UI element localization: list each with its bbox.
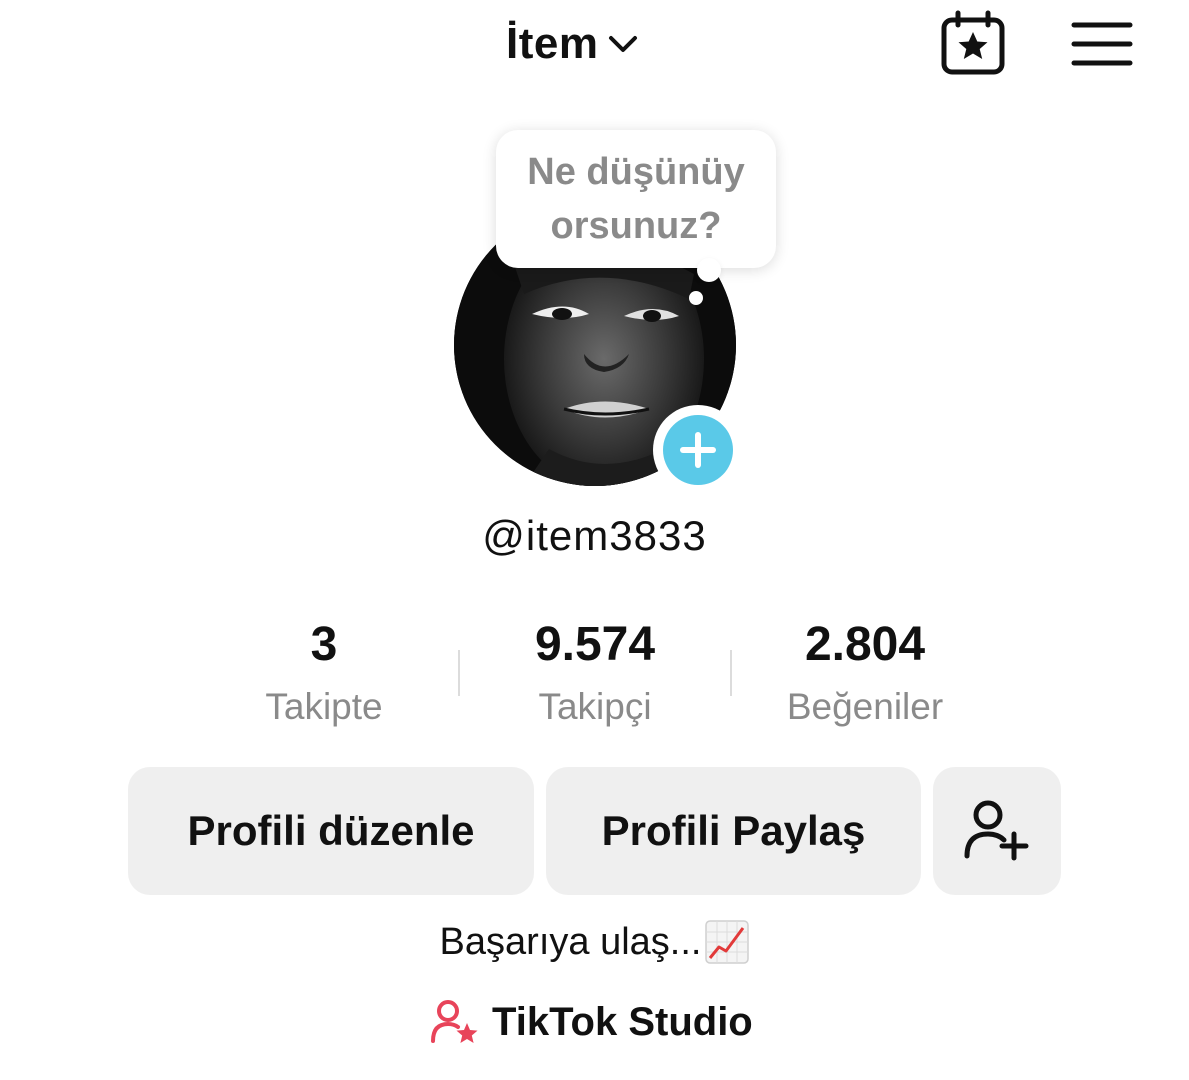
edit-profile-button[interactable]: Profili düzenle bbox=[128, 767, 534, 895]
share-profile-label: Profili Paylaş bbox=[601, 807, 866, 854]
stat-following-label: Takipte bbox=[265, 686, 383, 727]
account-switcher[interactable]: İtem bbox=[506, 16, 640, 72]
tiktok-studio-label: TikTok Studio bbox=[492, 999, 753, 1044]
stat-likes[interactable]: 2.804 Beğeniler bbox=[735, 616, 995, 728]
bio: Başarıya ulaş... bbox=[0, 920, 1189, 964]
chevron-down-icon bbox=[606, 27, 640, 61]
stat-likes-value: 2.804 bbox=[804, 618, 926, 671]
page-title: İtem bbox=[506, 19, 599, 68]
stat-likes-label: Beğeniler bbox=[786, 686, 944, 727]
add-user-icon bbox=[964, 800, 1029, 861]
hamburger-menu-icon[interactable] bbox=[1070, 20, 1134, 68]
chart-increasing-icon bbox=[705, 920, 750, 964]
stat-followers[interactable]: 9.574 Takipçi bbox=[465, 616, 725, 728]
thought-bubble-dot bbox=[689, 291, 703, 305]
stat-following[interactable]: 3 Takipte bbox=[194, 616, 454, 728]
stat-divider bbox=[730, 650, 732, 696]
add-avatar-button[interactable] bbox=[653, 405, 743, 495]
thought-bubble-tail bbox=[697, 258, 721, 282]
tiktok-studio-link[interactable]: TikTok Studio bbox=[430, 994, 753, 1050]
studio-user-star-icon bbox=[431, 1000, 478, 1043]
thought-bubble[interactable]: Ne düşünüyorsunuz? bbox=[496, 130, 776, 268]
share-profile-button[interactable]: Profili Paylaş bbox=[546, 767, 921, 895]
stat-followers-value: 9.574 bbox=[534, 618, 656, 671]
add-friend-button[interactable] bbox=[933, 767, 1061, 895]
stat-followers-label: Takipçi bbox=[538, 686, 652, 727]
edit-profile-label: Profili düzenle bbox=[187, 807, 475, 854]
stat-following-value: 3 bbox=[310, 618, 338, 671]
plus-icon bbox=[680, 432, 716, 468]
calendar-star-icon[interactable] bbox=[938, 10, 1008, 76]
thought-bubble-text: Ne düşünüyorsunuz? bbox=[527, 151, 745, 247]
stat-divider bbox=[458, 650, 460, 696]
bio-text: Başarıya ulaş... bbox=[439, 920, 702, 963]
username: @item3833 bbox=[482, 512, 707, 559]
